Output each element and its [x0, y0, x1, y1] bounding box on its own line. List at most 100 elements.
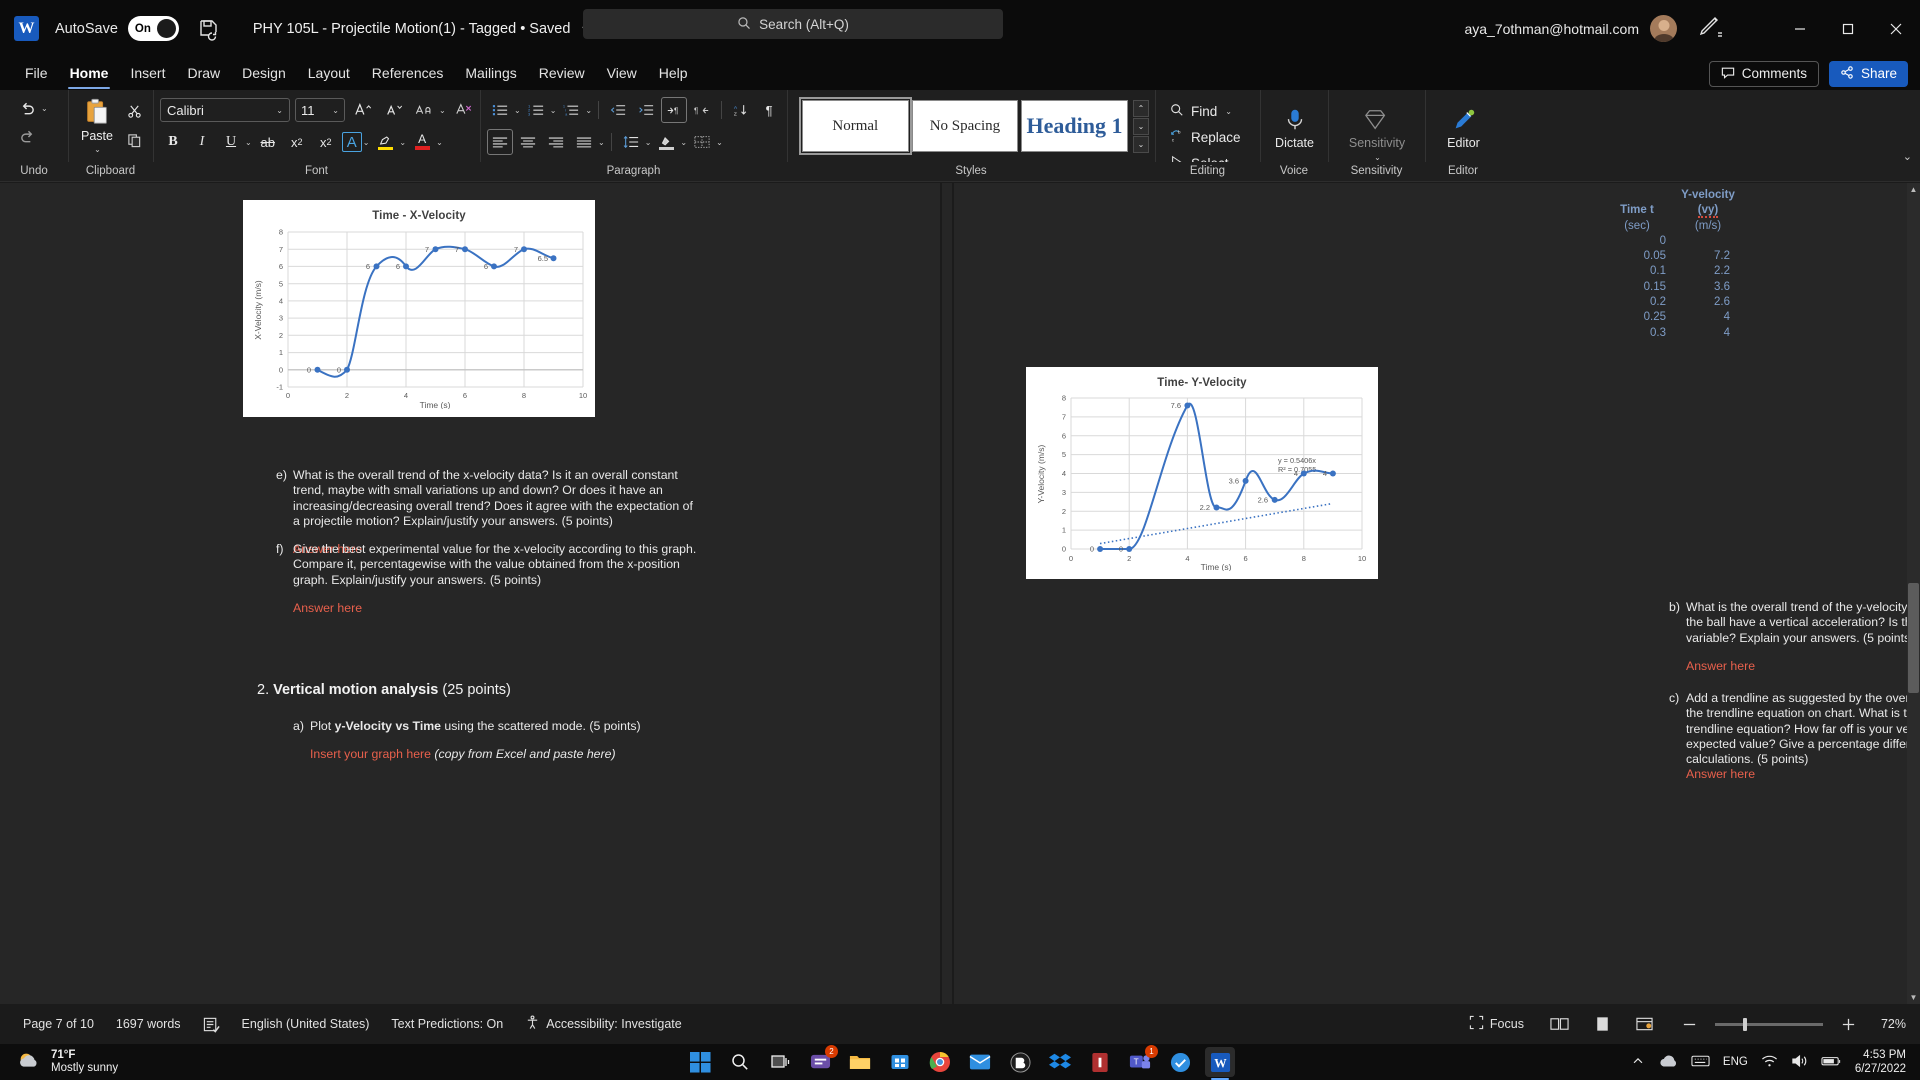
weather-widget[interactable]: 71°F Mostly sunny: [0, 1049, 300, 1076]
save-icon[interactable]: [197, 17, 221, 41]
tab-layout[interactable]: Layout: [297, 57, 361, 90]
autosave-toggle[interactable]: On: [127, 16, 179, 41]
chart-time-x-velocity[interactable]: Time - X-Velocity 8 7 6 5 4 3 2 1 0 -1 0…: [243, 200, 595, 417]
font-size-dropdown-icon[interactable]: ⌄: [332, 106, 339, 115]
language-indicator-tray[interactable]: ENG: [1723, 1056, 1748, 1068]
editor-button[interactable]: Editor: [1432, 103, 1495, 150]
volume-icon[interactable]: [1791, 1054, 1808, 1071]
subscript-button[interactable]: x2: [284, 129, 310, 155]
tray-expand-icon[interactable]: [1631, 1054, 1645, 1071]
keyboard-icon[interactable]: [1691, 1054, 1710, 1071]
focus-button[interactable]: Focus: [1458, 1015, 1535, 1033]
account-area[interactable]: aya_7othman@hotmail.com: [1464, 0, 1677, 57]
bold-button[interactable]: B: [160, 129, 186, 155]
teams-chat-icon[interactable]: 2: [805, 1045, 838, 1077]
find-button[interactable]: Find ⌄: [1166, 99, 1236, 123]
zoom-out-button[interactable]: [1668, 1017, 1701, 1032]
clock[interactable]: 4:53 PM 6/27/2022: [1855, 1048, 1906, 1076]
share-button[interactable]: Share: [1828, 60, 1908, 87]
change-case-dropdown-icon[interactable]: ⌄: [439, 106, 446, 115]
increase-indent-button[interactable]: [633, 97, 659, 123]
text-effects-button[interactable]: A ⌄: [341, 132, 369, 152]
numbering-button[interactable]: 1 2 3 ⌄: [523, 97, 557, 123]
scroll-down-icon[interactable]: ▼: [1907, 991, 1920, 1004]
ribbon-display-options-icon[interactable]: [1698, 15, 1724, 42]
minimize-button[interactable]: [1776, 0, 1824, 57]
replace-button[interactable]: b c Replace: [1166, 125, 1245, 149]
comments-button[interactable]: Comments: [1708, 60, 1819, 87]
dropbox-icon[interactable]: [1045, 1047, 1075, 1077]
style-normal[interactable]: Normal: [799, 97, 912, 155]
tab-view[interactable]: View: [596, 57, 648, 90]
undo-button[interactable]: [14, 95, 40, 121]
change-case-button[interactable]: ⌄: [412, 97, 446, 123]
sensitivity-button[interactable]: Sensitivity ⌄: [1337, 103, 1417, 162]
ltr-text-direction-button[interactable]: ¶: [661, 97, 688, 123]
strikethrough-button[interactable]: ab: [255, 129, 281, 155]
accessibility-indicator[interactable]: Accessibility: Investigate: [514, 1015, 692, 1033]
tab-file[interactable]: File: [14, 57, 59, 90]
multilevel-list-button[interactable]: 1 i a ⌄: [558, 97, 592, 123]
close-button[interactable]: [1872, 0, 1920, 57]
underline-button[interactable]: U ⌄: [218, 129, 252, 155]
rtl-text-direction-button[interactable]: ¶: [689, 97, 715, 123]
y-velocity-data-table[interactable]: Y-velocity Time t (vy) (sec) (m/s) 0 0.0…: [1602, 188, 1744, 341]
blackboard-icon[interactable]: [1005, 1047, 1035, 1077]
style-no-spacing[interactable]: No Spacing: [911, 100, 1019, 152]
proofing-icon[interactable]: [192, 1016, 231, 1033]
tab-help[interactable]: Help: [648, 57, 699, 90]
search-input[interactable]: Search (Alt+Q): [583, 9, 1003, 39]
borders-button[interactable]: ⌄: [689, 129, 723, 155]
tab-design[interactable]: Design: [231, 57, 297, 90]
styles-more-icon[interactable]: ⌄: [1132, 136, 1149, 153]
styles-scroll-up-icon[interactable]: ⌃: [1132, 100, 1149, 117]
text-predictions-indicator[interactable]: Text Predictions: On: [380, 1017, 514, 1031]
onedrive-icon[interactable]: [1658, 1054, 1678, 1071]
chart-time-y-velocity[interactable]: Time- Y-Velocity 8 7 6 5 4 3 2 1 0 0 2 4…: [1026, 367, 1378, 579]
tab-review[interactable]: Review: [528, 57, 596, 90]
zoom-slider[interactable]: [1714, 1017, 1823, 1031]
question-f-answer[interactable]: Answer here: [276, 601, 704, 616]
sort-button[interactable]: A Z: [728, 97, 754, 123]
dictate-button[interactable]: Dictate: [1267, 103, 1322, 150]
paste-dropdown-icon[interactable]: ⌄: [94, 145, 101, 154]
taskbar-search-icon[interactable]: [725, 1047, 755, 1077]
task-view-icon[interactable]: [765, 1047, 795, 1077]
zoom-level[interactable]: 72%: [1870, 1017, 1908, 1031]
tab-draw[interactable]: Draw: [176, 57, 231, 90]
document-canvas[interactable]: Time - X-Velocity 8 7 6 5 4 3 2 1 0 -1 0…: [0, 183, 1920, 1004]
tab-home[interactable]: Home: [59, 57, 120, 90]
avatar[interactable]: [1650, 15, 1677, 42]
underline-dropdown-icon[interactable]: ⌄: [245, 138, 252, 147]
decrease-indent-button[interactable]: [605, 97, 631, 123]
page-indicator[interactable]: Page 7 of 10: [12, 1017, 105, 1031]
tab-references[interactable]: References: [361, 57, 455, 90]
font-size-input[interactable]: 11 ⌄: [295, 98, 345, 122]
tab-mailings[interactable]: Mailings: [454, 57, 527, 90]
chrome-icon[interactable]: [925, 1047, 955, 1077]
mail-icon[interactable]: [965, 1047, 995, 1077]
font-color-dropdown-icon[interactable]: ⌄: [436, 138, 443, 147]
sensitivity-dropdown-icon[interactable]: ⌄: [1374, 153, 1381, 162]
file-explorer-icon[interactable]: [845, 1047, 875, 1077]
vertical-scrollbar[interactable]: ▲ ▼: [1907, 183, 1920, 1004]
font-name-input[interactable]: Calibri ⌄: [160, 98, 290, 122]
align-left-button[interactable]: [487, 129, 513, 155]
bullets-button[interactable]: ⌄: [487, 97, 521, 123]
highlight-dropdown-icon[interactable]: ⌄: [399, 138, 406, 147]
start-button[interactable]: [685, 1047, 715, 1077]
styles-scroll-down-icon[interactable]: ⌄: [1132, 118, 1149, 135]
zoom-slider-handle[interactable]: [1742, 1017, 1747, 1031]
superscript-button[interactable]: x2: [313, 129, 339, 155]
align-right-button[interactable]: [543, 129, 569, 155]
font-color-button[interactable]: A ⌄: [409, 129, 443, 155]
grow-font-icon[interactable]: [350, 97, 376, 123]
scrollbar-thumb[interactable]: [1908, 583, 1919, 693]
web-layout-button[interactable]: [1625, 1016, 1664, 1032]
question-c-answer[interactable]: Answer here: [1669, 767, 1920, 782]
copy-button[interactable]: [121, 127, 147, 153]
justify-button[interactable]: ⌄: [571, 129, 605, 155]
tab-insert[interactable]: Insert: [119, 57, 176, 90]
read-mode-button[interactable]: [1539, 1016, 1580, 1032]
clear-formatting-icon[interactable]: [451, 97, 477, 123]
